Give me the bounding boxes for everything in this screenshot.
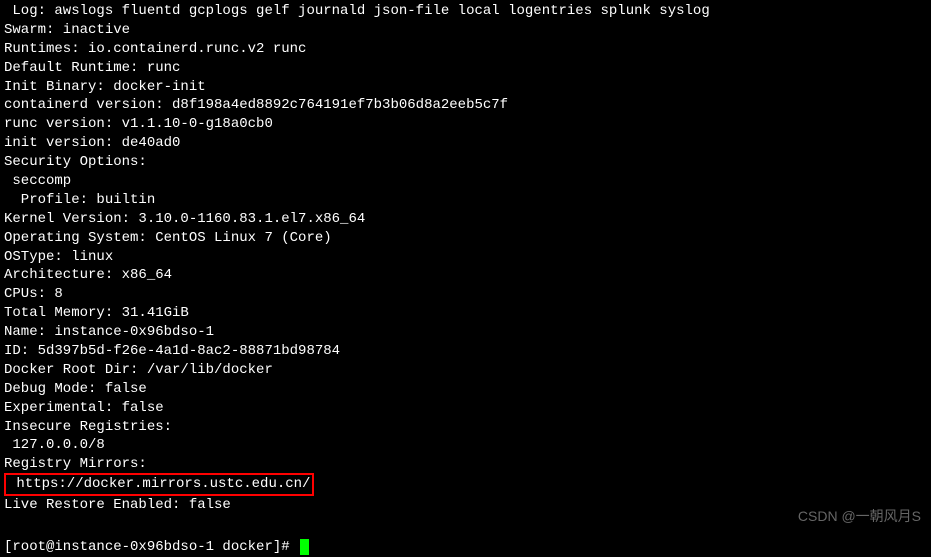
terminal-line-cpus: CPUs: 8 bbox=[4, 285, 927, 304]
terminal-line-name: Name: instance-0x96bdso-1 bbox=[4, 323, 927, 342]
terminal-line-swarm: Swarm: inactive bbox=[4, 21, 927, 40]
terminal-line-security-options: Security Options: bbox=[4, 153, 927, 172]
terminal-line-profile: Profile: builtin bbox=[4, 191, 927, 210]
terminal-line-mirror-url-wrapper: https://docker.mirrors.ustc.edu.cn/ bbox=[4, 474, 927, 496]
terminal-line-log: Log: awslogs fluentd gcplogs gelf journa… bbox=[4, 2, 927, 21]
terminal-prompt-line[interactable]: [root@instance-0x96bdso-1 docker]# bbox=[4, 538, 927, 557]
terminal-line-total-memory: Total Memory: 31.41GiB bbox=[4, 304, 927, 323]
terminal-line-docker-root-dir: Docker Root Dir: /var/lib/docker bbox=[4, 361, 927, 380]
terminal-line-operating-system: Operating System: CentOS Linux 7 (Core) bbox=[4, 229, 927, 248]
terminal-line-insecure-entry: 127.0.0.0/8 bbox=[4, 436, 927, 455]
terminal-line-init-version: init version: de40ad0 bbox=[4, 134, 927, 153]
terminal-line-debug-mode: Debug Mode: false bbox=[4, 380, 927, 399]
terminal-cursor bbox=[300, 539, 309, 555]
terminal-line-kernel-version: Kernel Version: 3.10.0-1160.83.1.el7.x86… bbox=[4, 210, 927, 229]
terminal-line-registry-mirrors: Registry Mirrors: bbox=[4, 455, 927, 474]
terminal-line-init-binary: Init Binary: docker-init bbox=[4, 78, 927, 97]
terminal-line-architecture: Architecture: x86_64 bbox=[4, 266, 927, 285]
terminal-prompt: [root@instance-0x96bdso-1 docker]# bbox=[4, 539, 298, 555]
terminal-line-seccomp: seccomp bbox=[4, 172, 927, 191]
terminal-line-experimental: Experimental: false bbox=[4, 399, 927, 418]
terminal-line-insecure-registries: Insecure Registries: bbox=[4, 418, 927, 437]
watermark: CSDN @一朝风月S bbox=[798, 507, 921, 526]
terminal-line-runc-version: runc version: v1.1.10-0-g18a0cb0 bbox=[4, 115, 927, 134]
terminal-line-ostype: OSType: linux bbox=[4, 248, 927, 267]
terminal-line-runtimes: Runtimes: io.containerd.runc.v2 runc bbox=[4, 40, 927, 59]
highlight-box: https://docker.mirrors.ustc.edu.cn/ bbox=[4, 473, 314, 496]
terminal-line-default-runtime: Default Runtime: runc bbox=[4, 59, 927, 78]
terminal-blank-line bbox=[4, 515, 927, 534]
terminal-line-containerd-version: containerd version: d8f198a4ed8892c76419… bbox=[4, 96, 927, 115]
terminal-line-id: ID: 5d397b5d-f26e-4a1d-8ac2-88871bd98784 bbox=[4, 342, 927, 361]
terminal-line-live-restore: Live Restore Enabled: false bbox=[4, 496, 927, 515]
